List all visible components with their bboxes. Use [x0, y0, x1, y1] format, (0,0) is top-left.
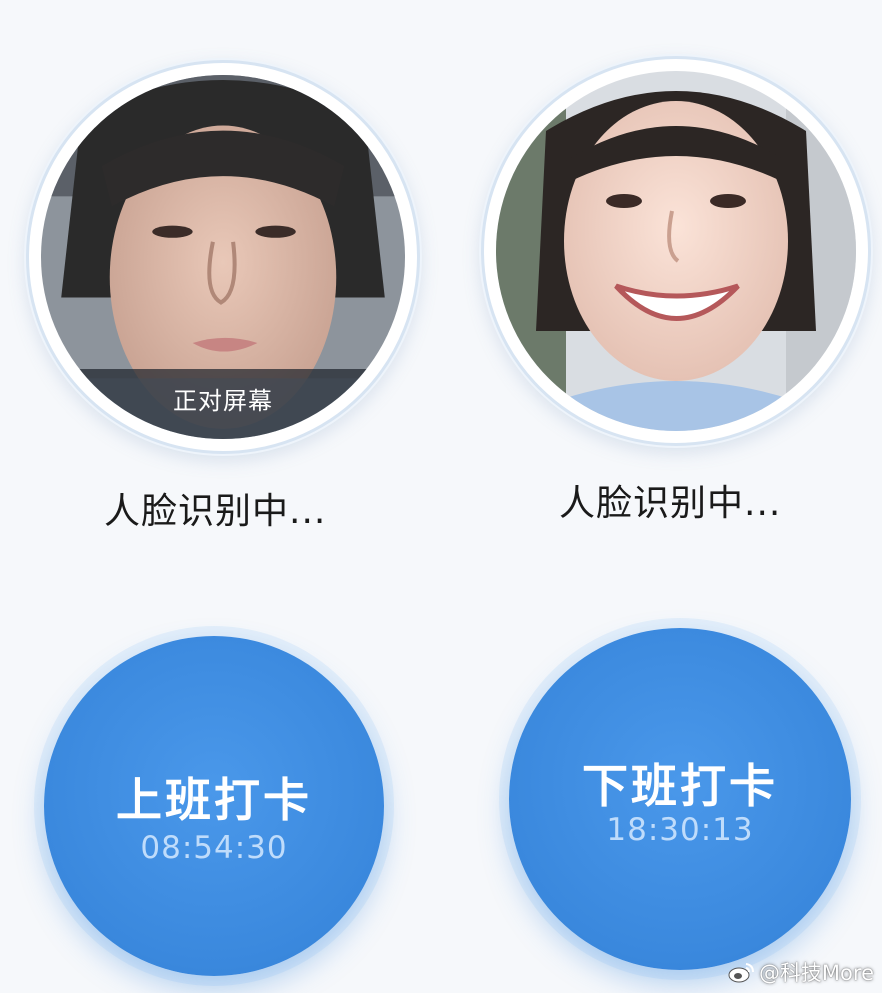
face-scan-frame: 正对屏幕: [26, 60, 420, 454]
clock-out-panel: 人脸识别中... 下班打卡 18:30:13: [441, 0, 882, 993]
clock-out-time: 18:30:13: [606, 812, 754, 848]
clock-out-button[interactable]: 下班打卡 18:30:13: [509, 628, 851, 970]
clock-in-label: 上班打卡: [116, 773, 312, 827]
weibo-logo-icon: [727, 961, 755, 983]
face-camera-preview: [496, 71, 856, 431]
watermark-text: @科技More: [758, 961, 874, 985]
face-recognition-status: 人脸识别中...: [559, 483, 782, 524]
clock-out-label: 下班打卡: [582, 759, 778, 813]
face-camera-preview: 正对屏幕: [41, 75, 405, 439]
clock-in-panel: 正对屏幕 人脸识别中... 上班打卡 08:54:30: [0, 0, 441, 993]
face-recognition-status: 人脸识别中...: [104, 491, 327, 532]
face-instruction-caption: 正对屏幕: [41, 369, 405, 439]
face-scan-frame: [481, 56, 871, 446]
watermark: @科技More: [727, 957, 874, 987]
clock-in-button[interactable]: 上班打卡 08:54:30: [44, 636, 384, 976]
clock-in-time: 08:54:30: [140, 830, 288, 866]
